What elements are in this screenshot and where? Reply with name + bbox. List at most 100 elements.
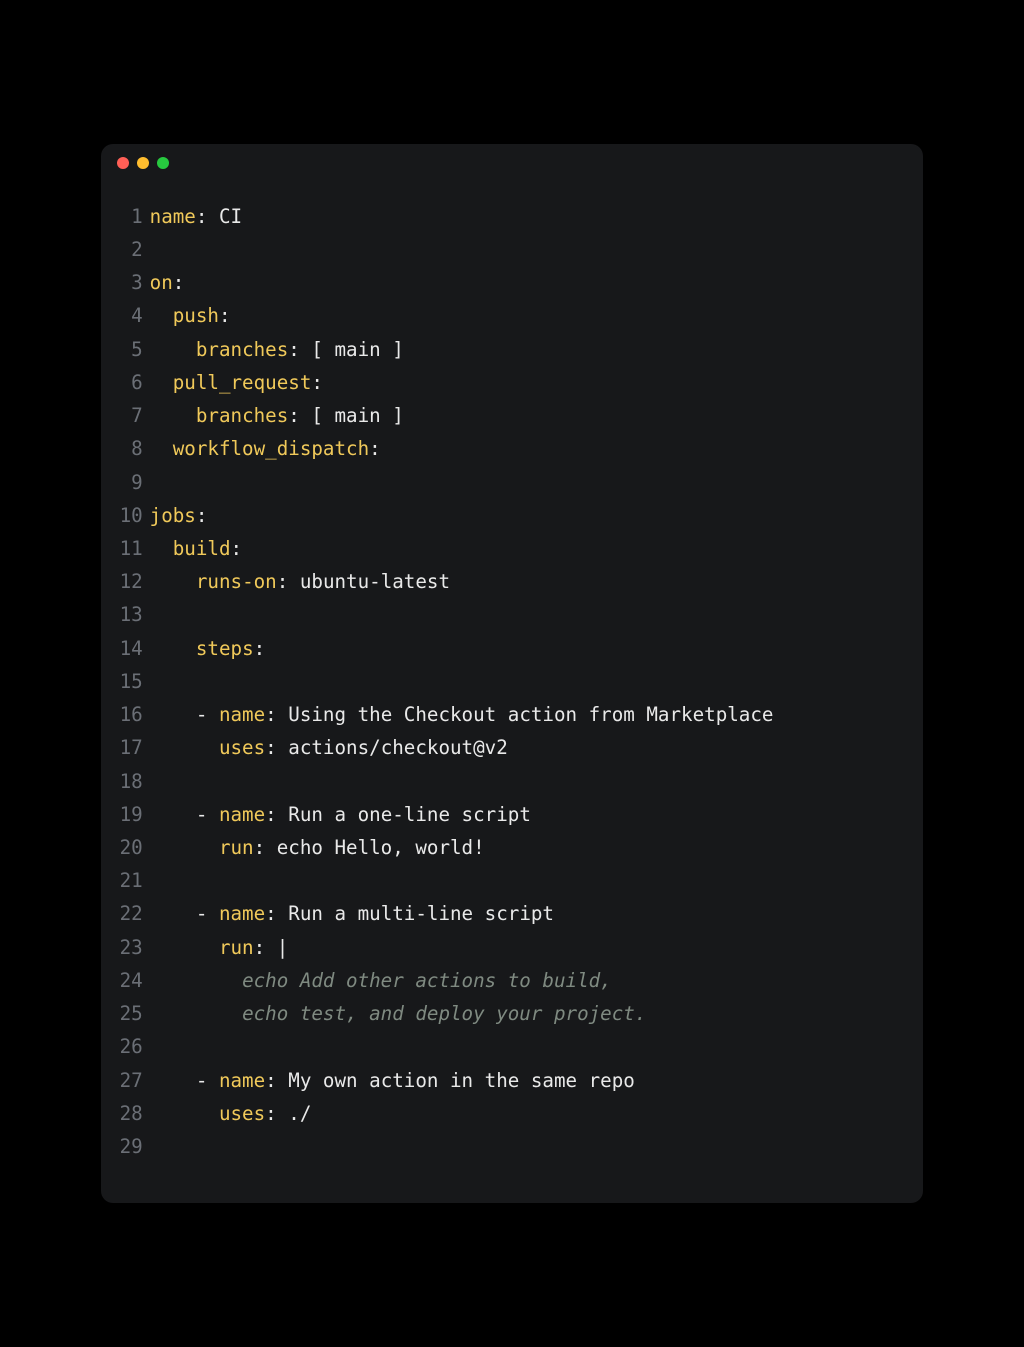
- yaml-text: [150, 404, 196, 427]
- line-content: [150, 765, 901, 798]
- line-content: [150, 1130, 901, 1163]
- line-content: push:: [150, 299, 901, 332]
- line-number: 27: [115, 1064, 143, 1097]
- code-line: 7 branches: [ main ]: [115, 399, 901, 432]
- line-number: 22: [115, 897, 143, 930]
- line-content: jobs:: [150, 499, 901, 532]
- code-line: 26: [115, 1030, 901, 1063]
- code-line: 21: [115, 864, 901, 897]
- yaml-key: pull_request: [173, 371, 312, 394]
- line-content: - name: Run a one-line script: [150, 798, 901, 831]
- line-number: 17: [115, 731, 143, 764]
- line-number: 3: [115, 266, 143, 299]
- yaml-text: :: [311, 371, 323, 394]
- line-number: 2: [115, 233, 143, 266]
- yaml-text: : |: [254, 936, 289, 959]
- code-window: 1name: CI2 3on:4 push:5 branches: [ main…: [101, 144, 923, 1203]
- line-content: runs-on: ubuntu-latest: [150, 565, 901, 598]
- yaml-key: steps: [196, 637, 254, 660]
- yaml-text: : [ main ]: [288, 338, 404, 361]
- yaml-text: [150, 570, 196, 593]
- yaml-string: echo Add other actions to build,: [242, 969, 612, 992]
- code-line: 25 echo test, and deploy your project.: [115, 997, 901, 1030]
- yaml-text: [150, 537, 173, 560]
- yaml-text: :: [231, 537, 243, 560]
- code-line: 17 uses: actions/checkout@v2: [115, 731, 901, 764]
- yaml-text: :: [173, 271, 185, 294]
- yaml-text: : [ main ]: [288, 404, 404, 427]
- line-number: 15: [115, 665, 143, 698]
- line-content: run: |: [150, 931, 901, 964]
- yaml-text: : My own action in the same repo: [265, 1069, 635, 1092]
- line-content: [150, 1030, 901, 1063]
- yaml-text: :: [254, 637, 266, 660]
- line-number: 14: [115, 632, 143, 665]
- yaml-key: on: [150, 271, 173, 294]
- line-number: 18: [115, 765, 143, 798]
- yaml-text: : Run a one-line script: [265, 803, 531, 826]
- line-number: 25: [115, 997, 143, 1030]
- code-line: 24 echo Add other actions to build,: [115, 964, 901, 997]
- line-content: [150, 665, 901, 698]
- code-line: 4 push:: [115, 299, 901, 332]
- line-number: 4: [115, 299, 143, 332]
- yaml-key: jobs: [150, 504, 196, 527]
- code-line: 28 uses: ./: [115, 1097, 901, 1130]
- minimize-icon[interactable]: [137, 157, 149, 169]
- yaml-text: [150, 371, 173, 394]
- line-number: 7: [115, 399, 143, 432]
- yaml-text: -: [150, 902, 219, 925]
- line-number: 9: [115, 466, 143, 499]
- yaml-text: -: [150, 803, 219, 826]
- yaml-text: : actions/checkout@v2: [265, 736, 508, 759]
- maximize-icon[interactable]: [157, 157, 169, 169]
- line-content: build:: [150, 532, 901, 565]
- yaml-text: : ./: [265, 1102, 311, 1125]
- code-line: 18: [115, 765, 901, 798]
- line-number: 16: [115, 698, 143, 731]
- yaml-text: -: [150, 703, 219, 726]
- yaml-key: runs-on: [196, 570, 277, 593]
- line-content: pull_request:: [150, 366, 901, 399]
- code-line: 15: [115, 665, 901, 698]
- code-line: 11 build:: [115, 532, 901, 565]
- yaml-text: [150, 836, 219, 859]
- yaml-text: : Using the Checkout action from Marketp…: [265, 703, 773, 726]
- code-line: 2: [115, 233, 901, 266]
- yaml-key: run: [219, 836, 254, 859]
- code-line: 1name: CI: [115, 200, 901, 233]
- yaml-text: :: [369, 437, 381, 460]
- yaml-string: echo test, and deploy your project.: [242, 1002, 646, 1025]
- code-line: 13: [115, 598, 901, 631]
- yaml-text: [150, 1102, 219, 1125]
- line-content: uses: ./: [150, 1097, 901, 1130]
- yaml-text: :: [219, 304, 231, 327]
- line-content: steps:: [150, 632, 901, 665]
- line-number: 23: [115, 931, 143, 964]
- yaml-key: uses: [219, 1102, 265, 1125]
- yaml-text: [150, 637, 196, 660]
- yaml-key: build: [173, 537, 231, 560]
- code-line: 29: [115, 1130, 901, 1163]
- line-content: run: echo Hello, world!: [150, 831, 901, 864]
- line-number: 10: [115, 499, 143, 532]
- yaml-key: name: [150, 205, 196, 228]
- line-content: echo test, and deploy your project.: [150, 997, 901, 1030]
- close-icon[interactable]: [117, 157, 129, 169]
- line-content: - name: My own action in the same repo: [150, 1064, 901, 1097]
- yaml-text: :: [196, 504, 208, 527]
- yaml-text: : ubuntu-latest: [277, 570, 450, 593]
- line-number: 24: [115, 964, 143, 997]
- yaml-text: [150, 736, 219, 759]
- line-number: 21: [115, 864, 143, 897]
- line-content: [150, 598, 901, 631]
- code-line: 22 - name: Run a multi-line script: [115, 897, 901, 930]
- line-number: 26: [115, 1030, 143, 1063]
- line-number: 29: [115, 1130, 143, 1163]
- line-number: 20: [115, 831, 143, 864]
- yaml-key: name: [219, 803, 265, 826]
- yaml-key: name: [219, 902, 265, 925]
- yaml-key: name: [219, 703, 265, 726]
- code-line: 23 run: |: [115, 931, 901, 964]
- line-number: 5: [115, 333, 143, 366]
